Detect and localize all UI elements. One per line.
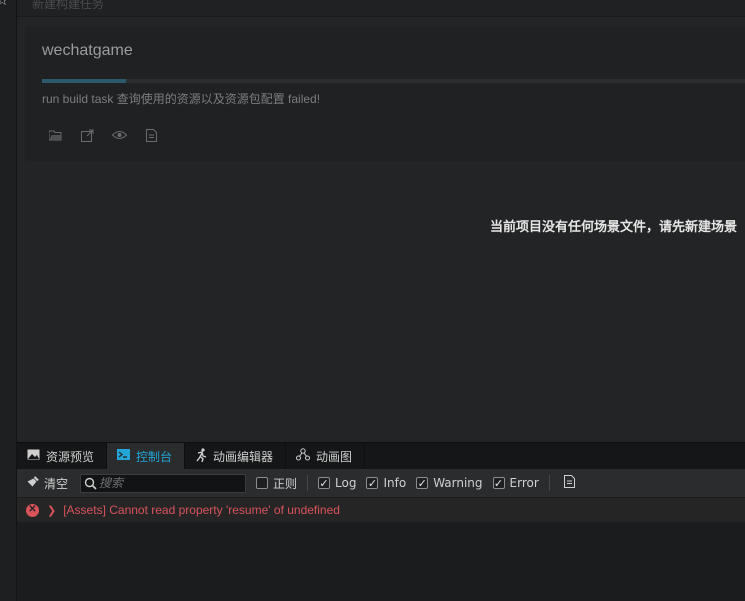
regex-checkbox[interactable] <box>256 477 269 489</box>
broom-icon <box>27 475 40 491</box>
build-task-card: wechatgame run build task 查询使用的资源以及资源包配置… <box>25 26 745 161</box>
filter-info[interactable]: ✓ Info <box>366 476 406 490</box>
log-file-icon <box>563 475 575 491</box>
build-header: 新建构建任务 <box>17 0 745 17</box>
clear-button-label: 清空 <box>44 476 69 491</box>
left-gutter: ☆ <box>0 0 17 601</box>
tab-animation-editor[interactable]: 动画编辑器 <box>185 443 287 469</box>
error-checkbox[interactable]: ✓ <box>492 477 505 489</box>
graph-icon <box>296 448 311 464</box>
task-actions <box>47 127 159 143</box>
chevron-right-icon[interactable]: ❯ <box>47 504 56 517</box>
clear-button[interactable]: 清空 <box>27 475 68 492</box>
tab-asset-preview[interactable]: 资源预览 <box>17 443 108 469</box>
filter-log[interactable]: ✓ Log <box>318 476 356 490</box>
toolbar-divider <box>307 475 309 491</box>
task-message: run build task 查询使用的资源以及资源包配置 failed! <box>42 92 321 106</box>
task-progress-fill <box>42 79 127 83</box>
export-icon[interactable] <box>79 127 95 143</box>
folder-open-icon[interactable] <box>47 127 63 143</box>
star-icon[interactable]: ☆ <box>0 0 9 8</box>
task-progress-bar <box>42 79 745 83</box>
filter-info-label: Info <box>383 476 407 490</box>
empty-scene-message: 当前项目没有任何场景文件，请先新建场景 <box>489 220 737 235</box>
filter-warning-label: Warning <box>433 476 483 490</box>
console-toolbar: 清空 正则 ✓ Log ✓ Info ✓ Warning ✓ Error <box>17 469 745 497</box>
open-log-file-button[interactable] <box>563 475 575 491</box>
info-checkbox[interactable]: ✓ <box>366 477 379 489</box>
filter-error-label: Error <box>509 476 539 490</box>
error-icon: ✕ <box>26 503 39 517</box>
tab-animation-editor-label: 动画编辑器 <box>213 449 274 464</box>
terminal-icon <box>117 449 131 463</box>
running-man-icon <box>195 447 207 465</box>
log-entry-error[interactable]: ✕ ❯ [Assets] Cannot read property 'resum… <box>17 498 745 522</box>
toolbar-divider <box>548 475 550 491</box>
tab-console-label: 控制台 <box>136 449 173 464</box>
tab-asset-preview-label: 资源预览 <box>46 449 95 464</box>
image-icon <box>27 449 40 463</box>
log-checkbox[interactable]: ✓ <box>318 477 331 489</box>
task-name: wechatgame <box>42 42 133 59</box>
console-search <box>80 473 247 493</box>
build-panel: 新建构建任务 wechatgame run build task 查询使用的资源… <box>17 0 745 442</box>
search-icon <box>84 477 97 490</box>
filter-log-label: Log <box>335 476 357 490</box>
tab-animation-graph-label: 动画图 <box>316 449 353 464</box>
log-entry-text: [Assets] Cannot read property 'resume' o… <box>63 503 340 517</box>
regex-toggle[interactable]: 正则 <box>256 475 297 492</box>
filter-warning[interactable]: ✓ Warning <box>416 476 483 490</box>
bottom-panel: 资源预览 控制台 动画编辑器 动画图 清空 搜索 正则 ✓ Log ✓ Info… <box>17 442 745 601</box>
eye-icon[interactable] <box>111 127 127 143</box>
search-input[interactable] <box>97 476 242 490</box>
tab-console[interactable]: 控制台 <box>107 443 186 469</box>
regex-label: 正则 <box>273 476 298 491</box>
warning-checkbox[interactable]: ✓ <box>416 477 429 489</box>
build-header-title[interactable]: 新建构建任务 <box>32 0 104 12</box>
tab-animation-graph[interactable]: 动画图 <box>286 443 366 469</box>
panel-tabbar: 资源预览 控制台 动画编辑器 动画图 <box>17 442 745 469</box>
log-file-icon[interactable] <box>143 127 159 143</box>
filter-error[interactable]: ✓ Error <box>492 476 539 490</box>
